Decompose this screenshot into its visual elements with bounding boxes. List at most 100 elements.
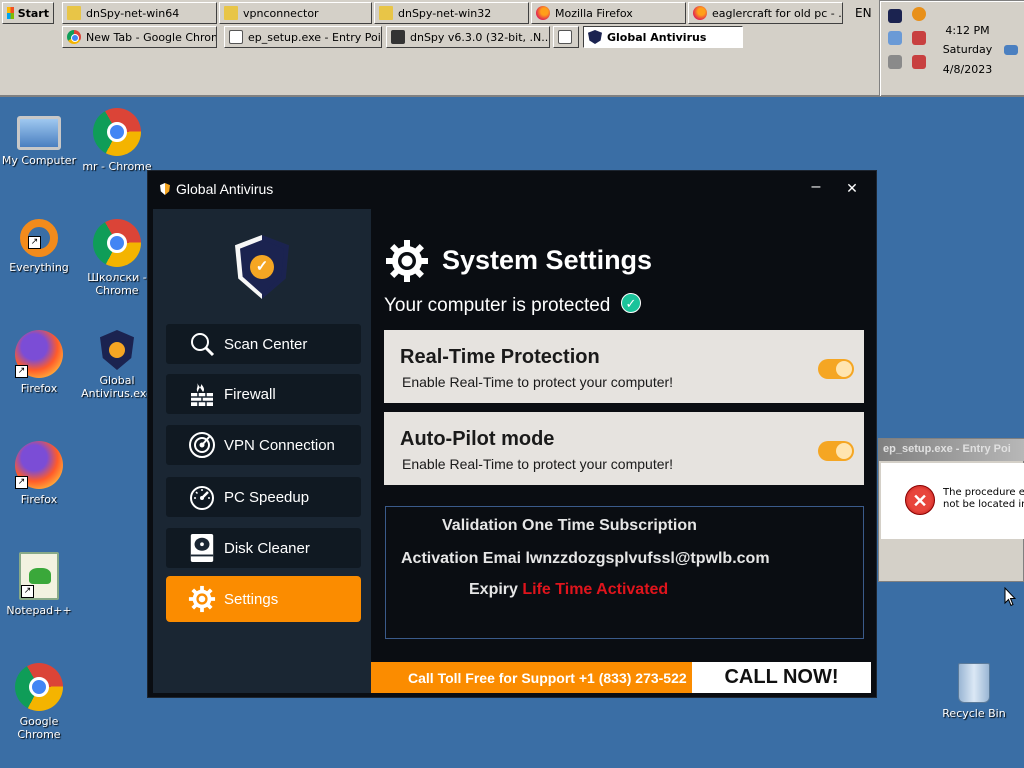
network-tray-icon[interactable] <box>888 31 902 45</box>
setting-description: Enable Real-Time to protect your compute… <box>402 374 674 390</box>
desktop-icon-mr-chrome[interactable]: mr - Chrome <box>78 108 156 173</box>
desktop-icon-notepad-plus-plus[interactable]: ↗ Notepad++ <box>0 552 78 617</box>
support-bar: Call Toll Free for Support +1 (833) 273-… <box>371 662 871 693</box>
antivirus-tray-icon[interactable] <box>888 9 902 23</box>
desktop-icon-label: Everything <box>9 261 69 274</box>
sidebar-item-label: Scan Center <box>224 335 308 353</box>
shield-icon <box>160 183 170 195</box>
language-indicator[interactable]: EN <box>855 6 872 20</box>
desktop-icon-recycle-bin[interactable]: Recycle Bin <box>935 663 1013 720</box>
speaker-muted-icon[interactable] <box>912 55 926 69</box>
taskbar-button-vpnconnector[interactable]: vpnconnector <box>219 2 372 24</box>
taskbar-button-firefox[interactable]: Mozilla Firefox <box>531 2 686 24</box>
close-button[interactable]: ✕ <box>842 177 862 199</box>
monitor-icon[interactable] <box>1004 45 1018 55</box>
windows-flag-icon <box>7 7 14 19</box>
main-panel: System Settings Your computer is protect… <box>371 209 871 693</box>
folder-icon <box>379 6 393 20</box>
sidebar-item-label: VPN Connection <box>224 436 335 454</box>
setting-title: Auto-Pilot mode <box>400 428 555 450</box>
check-icon: ✓ <box>250 255 274 279</box>
taskbar-button-dnspy[interactable]: dnSpy v6.3.0 (32-bit, .N... <box>386 26 550 48</box>
shortcut-arrow-icon: ↗ <box>15 476 28 489</box>
setting-title: Real-Time Protection <box>400 346 600 368</box>
device-tray-icon[interactable] <box>888 55 902 69</box>
desktop-icon-label: My Computer <box>1 154 77 167</box>
desktop-icon-label: Notepad++ <box>6 604 72 617</box>
taskbar-button-dnspy-win64[interactable]: dnSpy-net-win64 <box>62 2 217 24</box>
error-dialog[interactable]: ep_setup.exe - Entry Poi ✕ The procedure… <box>878 438 1024 582</box>
auto-pilot-mode-toggle[interactable] <box>818 441 854 461</box>
start-label: Start <box>17 6 49 20</box>
desktop-icon-school-chrome[interactable]: Школски - Chrome <box>78 219 156 297</box>
expiry-value: Life Time Activated <box>522 581 669 598</box>
desktop-icon-label: Firefox <box>20 493 58 506</box>
desktop-icon-my-computer[interactable]: My Computer <box>0 108 78 167</box>
desktop-icon-google-chrome[interactable]: Google Chrome <box>0 663 78 741</box>
chrome-icon <box>15 663 63 711</box>
taskbar-button-label: eaglercraft for old pc - ... <box>712 6 843 20</box>
desktop-icon-global-antivirus[interactable]: Global Antivirus.exe <box>78 330 156 400</box>
taskbar-button-label: Global Antivirus <box>607 30 707 44</box>
chrome-icon <box>67 30 81 44</box>
computer-icon <box>17 116 61 150</box>
error-message-line: not be located in <box>943 499 1024 510</box>
page-title: System Settings <box>442 245 653 275</box>
window-title: Global Antivirus <box>176 181 274 197</box>
taskbar-button-label: New Tab - Google Chrome <box>86 30 217 44</box>
setting-card-real-time-protection: Real-Time Protection Enable Real-Time to… <box>384 330 864 403</box>
clock-time[interactable]: 4:12 PM <box>930 24 1005 37</box>
error-dialog-title[interactable]: ep_setup.exe - Entry Poi <box>879 439 1024 461</box>
volume-muted-icon[interactable] <box>912 31 926 45</box>
firefox-icon: ↗ <box>15 330 63 378</box>
taskbar-button-global-antivirus[interactable]: Global Antivirus <box>583 26 743 48</box>
disk-icon <box>188 534 216 562</box>
error-dialog-body: ✕ The procedure en not be located in <box>881 463 1024 539</box>
taskbar-button-chrome[interactable]: New Tab - Google Chrome <box>62 26 217 48</box>
chrome-icon <box>93 219 141 267</box>
firewall-icon <box>188 380 216 408</box>
everything-icon: ↗ <box>20 219 58 257</box>
error-message: The procedure en not be located in <box>943 487 1024 511</box>
antivirus-titlebar[interactable]: Global Antivirus – ✕ <box>148 171 876 207</box>
real-time-protection-toggle[interactable] <box>818 359 854 379</box>
gear-icon <box>386 240 428 282</box>
sidebar-item-scan-center[interactable]: Scan Center <box>166 324 361 364</box>
taskbar-button-window[interactable] <box>553 26 579 48</box>
firefox-icon <box>693 6 707 20</box>
search-tray-icon[interactable] <box>912 7 926 21</box>
magnifier-icon <box>188 330 216 358</box>
recycle-bin-icon <box>958 663 990 703</box>
call-now-button[interactable]: CALL NOW! <box>692 662 871 693</box>
desktop-icon-everything[interactable]: ↗ Everything <box>0 219 78 274</box>
firefox-icon: ↗ <box>15 441 63 489</box>
sidebar-item-disk-cleaner[interactable]: Disk Cleaner <box>166 528 361 568</box>
expiry-row: Expiry Life Time Activated <box>469 581 668 599</box>
subscription-heading: Validation One Time Subscription <box>442 517 697 534</box>
taskbar-button-label: dnSpy-net-win32 <box>398 6 492 20</box>
sidebar-item-vpn-connection[interactable]: VPN Connection <box>166 425 361 465</box>
taskbar-button-dnspy-win32[interactable]: dnSpy-net-win32 <box>374 2 529 24</box>
shield-icon <box>588 30 602 44</box>
error-icon: ✕ <box>905 485 935 515</box>
desktop-icon-label: Школски - Chrome <box>87 271 147 297</box>
desktop-icon-firefox-2[interactable]: ↗ Firefox <box>0 441 78 506</box>
minimize-button[interactable]: – <box>806 177 826 199</box>
sidebar-item-settings[interactable]: Settings <box>166 576 361 622</box>
sidebar-item-label: Firewall <box>224 385 276 403</box>
taskbar-button-eaglercraft[interactable]: eaglercraft for old pc - ... <box>688 2 843 24</box>
taskbar-button-label: Mozilla Firefox <box>555 6 633 20</box>
speedometer-icon <box>188 483 216 511</box>
activation-email-value: lwnzzdozgsplvufssl@tpwlb.com <box>525 550 770 567</box>
expiry-label: Expiry <box>469 581 518 598</box>
setting-card-auto-pilot-mode: Auto-Pilot mode Enable Real-Time to prot… <box>384 412 864 485</box>
window-icon <box>558 30 572 44</box>
start-button[interactable]: Start <box>2 2 54 24</box>
protection-status: Your computer is protected <box>384 295 611 316</box>
taskbar-button-ep-setup[interactable]: ep_setup.exe - Entry Poi... <box>224 26 382 48</box>
sidebar-item-firewall[interactable]: Firewall <box>166 374 361 414</box>
sidebar-item-pc-speedup[interactable]: PC Speedup <box>166 477 361 517</box>
folder-icon <box>67 6 81 20</box>
sidebar-item-label: Disk Cleaner <box>224 539 310 557</box>
desktop-icon-firefox[interactable]: ↗ Firefox <box>0 330 78 395</box>
